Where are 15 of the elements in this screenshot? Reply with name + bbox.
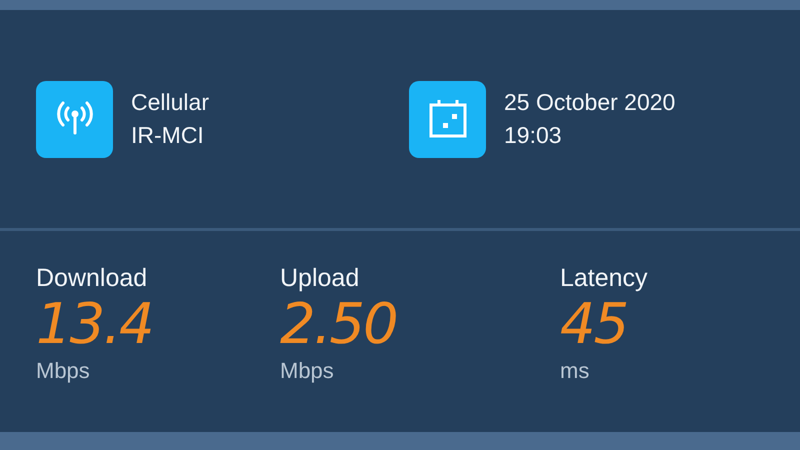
- stat-label: Download: [36, 263, 148, 294]
- info-text: 19:03: [504, 121, 563, 150]
- stat-unit: ms: [560, 357, 590, 385]
- stat-label: Upload: [280, 263, 360, 294]
- stat-unit: Mbps: [36, 357, 90, 385]
- stat-value: 45: [560, 295, 628, 355]
- stat-label: Latency: [560, 263, 648, 294]
- info-text: IR-MCI: [131, 121, 205, 150]
- calendar-icon: [409, 80, 486, 158]
- stat-unit: Mbps: [280, 357, 334, 385]
- info-text: 25 October 2020: [504, 88, 676, 117]
- signal-icon: [36, 80, 113, 158]
- stat-value: 2.50: [280, 295, 397, 355]
- info-text: Cellular: [131, 88, 209, 117]
- stat-value: 13.4: [36, 295, 153, 355]
